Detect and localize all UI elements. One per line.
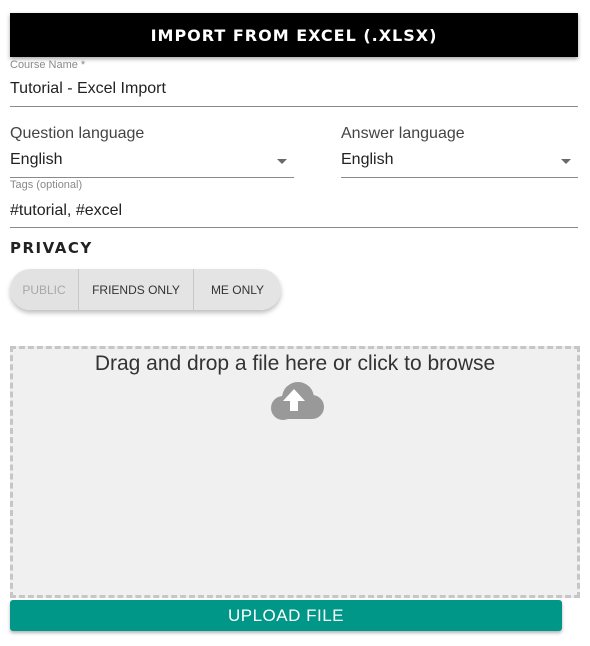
- tags-input[interactable]: #tutorial, #excel: [10, 202, 122, 220]
- privacy-toggle-group: PUBLIC FRIENDS ONLY ME ONLY: [10, 269, 281, 310]
- dialog-header: IMPORT FROM EXCEL (.XLSX): [10, 13, 578, 57]
- course-name-field[interactable]: Course Name * Tutorial - Excel Import: [10, 58, 578, 107]
- privacy-public-toggle[interactable]: PUBLIC: [10, 269, 78, 310]
- chevron-down-icon[interactable]: [277, 159, 287, 164]
- question-language-value: English: [10, 151, 63, 168]
- course-name-label: Course Name *: [10, 59, 86, 71]
- chevron-down-icon[interactable]: [561, 159, 571, 164]
- privacy-friends-only-toggle[interactable]: FRIENDS ONLY: [78, 269, 194, 310]
- dropzone-text: Drag and drop a file here or click to br…: [94, 352, 496, 375]
- answer-language-select[interactable]: Answer language English: [341, 124, 578, 178]
- upload-file-button[interactable]: UPLOAD FILE: [10, 600, 562, 631]
- answer-language-value: English: [341, 151, 394, 168]
- question-language-select[interactable]: Question language English: [10, 124, 294, 178]
- tags-field[interactable]: Tags (optional) #tutorial, #excel: [10, 179, 578, 228]
- privacy-me-only-toggle[interactable]: ME ONLY: [194, 269, 281, 310]
- question-language-label: Question language: [10, 125, 145, 142]
- answer-language-label: Answer language: [341, 125, 465, 142]
- file-dropzone[interactable]: Drag and drop a file here or click to br…: [10, 346, 580, 598]
- course-name-input[interactable]: Tutorial - Excel Import: [10, 80, 166, 98]
- privacy-heading: PRIVACY: [10, 239, 93, 257]
- tags-label: Tags (optional): [10, 179, 83, 191]
- cloud-upload-icon: [271, 382, 324, 420]
- dialog-title: IMPORT FROM EXCEL (.XLSX): [150, 25, 438, 45]
